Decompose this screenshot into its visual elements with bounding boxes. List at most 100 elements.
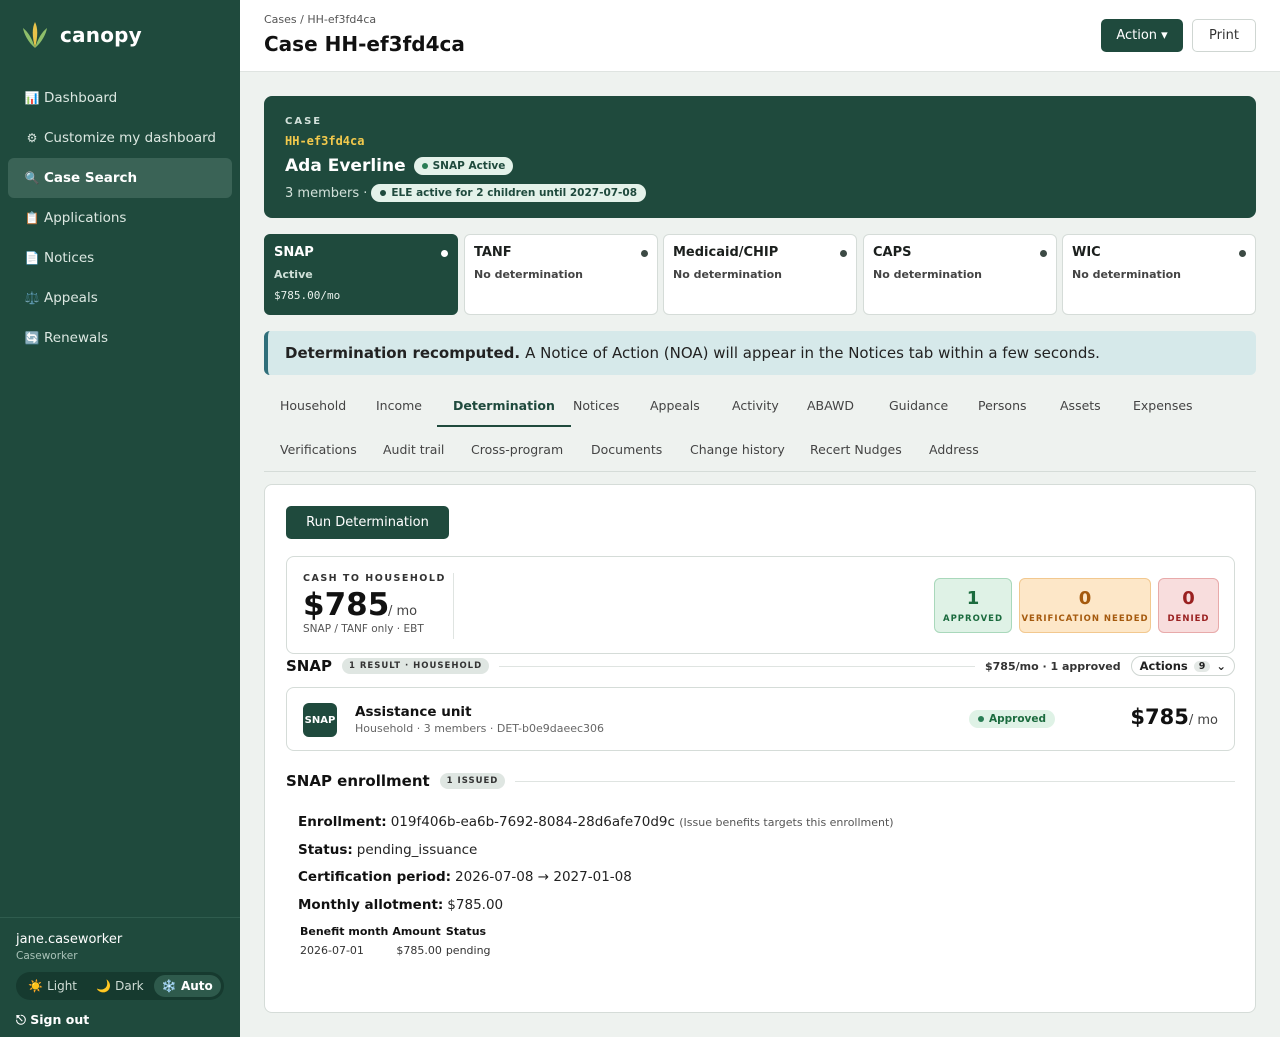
user-role: Caseworker: [16, 950, 78, 962]
assistance-unit-card[interactable]: SNAP Assistance unit Household · 3 membe…: [286, 687, 1235, 751]
tab-cross-program[interactable]: Cross-program: [471, 428, 563, 471]
sidebar-item-dashboard[interactable]: 📊 Dashboard: [8, 78, 232, 118]
client-name: Ada Everline: [285, 156, 406, 176]
case-id: HH-ef3fd4ca: [285, 134, 365, 148]
sidebar-item-label: Customize my dashboard: [44, 130, 216, 146]
document-icon: 📄: [24, 251, 40, 265]
section-badge: 1 RESULT · HOUSEHOLD: [341, 658, 490, 674]
verification-count: 0: [1078, 587, 1092, 609]
tab-recert-nudges[interactable]: Recert Nudges: [810, 428, 902, 471]
tab-change-history[interactable]: Change history: [690, 428, 785, 471]
tab-address[interactable]: Address: [929, 428, 979, 471]
page-title: Case HH-ef3fd4ca: [264, 32, 465, 56]
program-status: No determination: [474, 268, 583, 281]
breadcrumb[interactable]: Cases / HH-ef3fd4ca: [264, 13, 376, 26]
page-header: Cases / HH-ef3fd4ca Case HH-ef3fd4ca Act…: [240, 0, 1280, 72]
determination-panel: Run Determination CASH TO HOUSEHOLD $785…: [264, 484, 1256, 1013]
verification-label: VERIFICATION NEEDED: [1021, 613, 1149, 624]
theme-auto-button[interactable]: ❄️ Auto: [153, 975, 221, 997]
tab-assets[interactable]: Assets: [1060, 384, 1101, 427]
status-badge: SNAP Active: [413, 157, 514, 175]
ele-dot-icon: [380, 190, 387, 196]
sign-out-link[interactable]: ⎋ Sign out: [16, 1012, 224, 1028]
program-card-wic[interactable]: WIC No determination: [1062, 234, 1256, 315]
tab-verifications[interactable]: Verifications: [280, 428, 357, 471]
theme-light-button[interactable]: ☀️ Light: [19, 975, 86, 997]
sidebar-item-applications[interactable]: 📋 Applications: [8, 198, 232, 238]
enrollment-id: 019f406b-ea6b-7692-8084-28d6afe70d9c: [390, 814, 675, 830]
tab-notices[interactable]: Notices: [573, 384, 619, 427]
status-dot-icon: [441, 250, 448, 257]
section-badge: 1 ISSUED: [439, 773, 506, 789]
enrollment-status: pending_issuance: [356, 842, 478, 858]
refresh-icon: 🔄: [24, 331, 40, 345]
denied-count: 0: [1182, 587, 1195, 609]
denied-stat[interactable]: 0 DENIED: [1158, 578, 1219, 633]
tab-determination[interactable]: Determination: [437, 384, 571, 427]
verification-stat[interactable]: 0 VERIFICATION NEEDED: [1019, 578, 1151, 633]
status-dot-icon: [1239, 250, 1246, 257]
sidebar-item-label: Applications: [44, 210, 127, 226]
sidebar-item-label: Renewals: [44, 330, 109, 346]
sidebar-item-label: Appeals: [44, 290, 98, 306]
case-members-row: 3 members · ELE active for 2 children un…: [285, 184, 647, 202]
sidebar-item-case-search[interactable]: 🔍 Case Search: [8, 158, 232, 198]
sidebar-item-label: Case Search: [44, 170, 138, 186]
divider: [453, 573, 454, 639]
sidebar-item-customize-dashboard[interactable]: ⚙ Customize my dashboard: [8, 118, 232, 158]
program-card-caps[interactable]: CAPS No determination: [863, 234, 1057, 315]
run-determination-button[interactable]: Run Determination: [286, 506, 449, 539]
user-name: jane.caseworker: [16, 932, 123, 947]
sidebar-footer: jane.caseworker Caseworker ☀️ Light 🌙 Da…: [0, 917, 240, 1037]
status-dot-icon: [641, 250, 648, 257]
tab-appeals[interactable]: Appeals: [650, 384, 700, 427]
section-meta: $785/mo · 1 approved: [985, 659, 1121, 673]
tab-guidance[interactable]: Guidance: [889, 384, 948, 427]
enrollment-status-row: Status: pending_issuance: [298, 842, 477, 858]
sidebar-item-notices[interactable]: 📄 Notices: [8, 238, 232, 278]
divider: [515, 780, 1235, 782]
snap-actions-button[interactable]: Actions 9 ⌄: [1130, 656, 1235, 676]
approved-count: 1: [966, 587, 980, 609]
status-dot-icon: [840, 250, 847, 257]
cash-subtext: SNAP / TANF only · EBT: [303, 623, 424, 635]
field-label: Monthly allotment:: [298, 897, 444, 913]
program-card-tanf[interactable]: TANF No determination: [464, 234, 658, 315]
tab-expenses[interactable]: Expenses: [1133, 384, 1193, 427]
sidebar-item-renewals[interactable]: 🔄 Renewals: [8, 318, 232, 358]
clipboard-icon: 📋: [24, 211, 40, 225]
alert-text: A Notice of Action (NOA) will appear in …: [525, 344, 1100, 362]
program-amount: $785.00/mo: [274, 289, 341, 302]
tab-household[interactable]: Household: [280, 384, 346, 427]
print-button[interactable]: Print: [1192, 19, 1256, 52]
tab-income[interactable]: Income: [376, 384, 422, 427]
status-dot-icon: [421, 163, 428, 169]
program-name: WIC: [1072, 245, 1101, 260]
determination-alert: Determination recomputed. A Notice of Ac…: [264, 331, 1256, 375]
program-name: Medicaid/CHIP: [673, 245, 779, 260]
program-card-snap[interactable]: SNAP Active $785.00/mo: [264, 234, 458, 315]
tab-documents[interactable]: Documents: [591, 428, 662, 471]
program-card-medicaid-chip[interactable]: Medicaid/CHIP No determination: [663, 234, 857, 315]
canopy-logo-icon: [23, 22, 47, 48]
program-name: CAPS: [873, 245, 912, 260]
enrollment-id-row: Enrollment: 019f406b-ea6b-7692-8084-28d6a…: [298, 814, 894, 830]
status-dot-icon: [978, 716, 984, 722]
unit-amount: $785/ mo: [1130, 705, 1218, 729]
tab-audit-trail[interactable]: Audit trail: [383, 428, 444, 471]
actions-label: Actions: [1139, 659, 1188, 673]
approved-stat[interactable]: 1 APPROVED: [934, 578, 1012, 633]
tab-activity[interactable]: Activity: [732, 384, 779, 427]
action-menu-button[interactable]: Action ▾: [1101, 19, 1183, 52]
brand[interactable]: canopy: [22, 20, 142, 50]
column-header: Amount: [392, 925, 441, 938]
benefit-table: Benefit month Amount Status 2026-07-01 $…: [298, 925, 493, 957]
certification-period: 2026-07-08 → 2027-01-08: [455, 869, 632, 885]
cash-summary-card: CASH TO HOUSEHOLD $785 / mo SNAP / TANF …: [286, 556, 1235, 654]
sidebar-item-appeals[interactable]: ⚖️ Appeals: [8, 278, 232, 318]
tab-persons[interactable]: Persons: [978, 384, 1027, 427]
unit-amount-period: / mo: [1188, 713, 1218, 728]
tab-abawd[interactable]: ABAWD: [807, 384, 854, 427]
theme-dark-button[interactable]: 🌙 Dark: [86, 975, 153, 997]
sidebar: canopy 📊 Dashboard ⚙ Customize my dashboar…: [0, 0, 240, 1037]
